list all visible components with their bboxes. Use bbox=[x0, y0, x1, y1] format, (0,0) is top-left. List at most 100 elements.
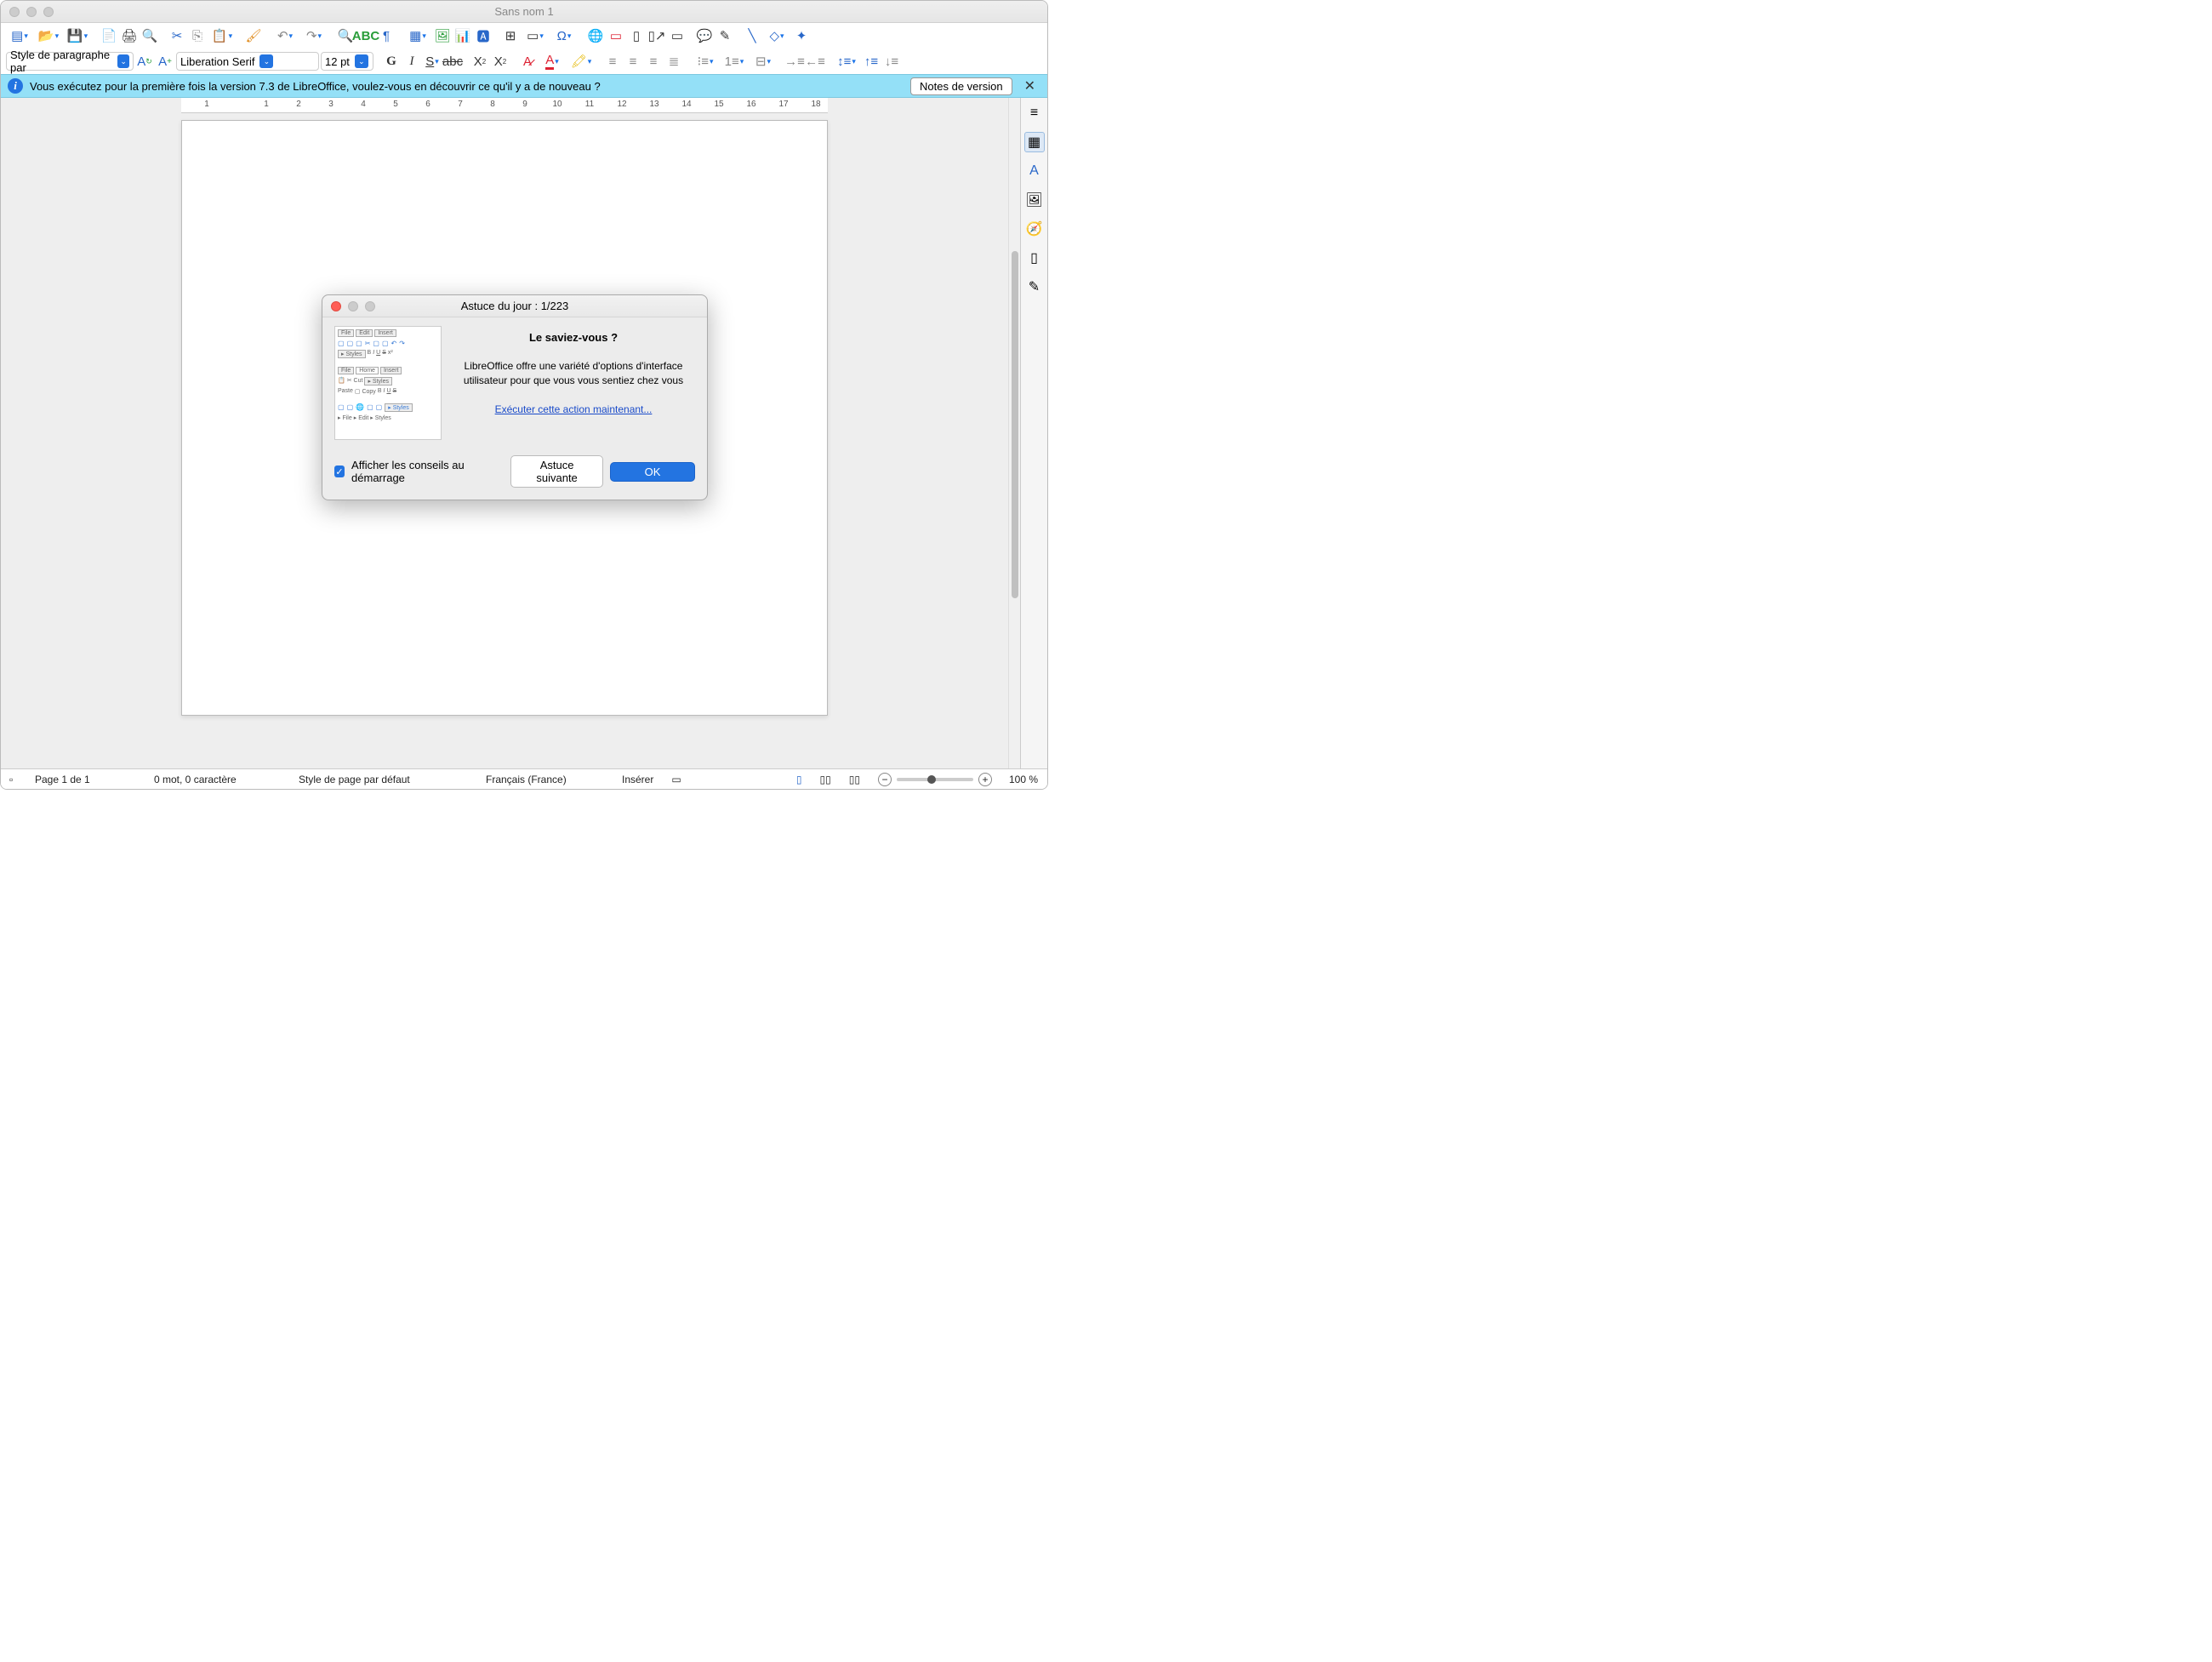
horizontal-ruler[interactable]: 1 1 2 3 4 5 6 7 8 9 10 11 12 13 14 15 16 bbox=[181, 98, 828, 113]
textbox-button[interactable]: 🅰 bbox=[474, 26, 493, 45]
align-left-button[interactable]: ≡ bbox=[603, 52, 622, 71]
shapes-button[interactable]: ◇▾ bbox=[763, 26, 790, 45]
table-button[interactable]: ▦▾ bbox=[404, 26, 431, 45]
ruler-tick: 12 bbox=[617, 100, 626, 109]
status-page[interactable]: Page 1 de 1 bbox=[26, 774, 145, 785]
new-doc-button[interactable]: ▤▾ bbox=[6, 26, 33, 45]
next-tip-button[interactable]: Astuce suivante bbox=[510, 455, 603, 488]
strikethrough-button[interactable]: abc bbox=[443, 52, 462, 71]
open-button[interactable]: 📂▾ bbox=[35, 26, 62, 45]
format-toolbar: Style de paragraphe par ⌄ A↻ A+ Liberati… bbox=[1, 49, 1047, 74]
save-button[interactable]: 💾▾ bbox=[64, 26, 91, 45]
outline-button[interactable]: ⊟▾ bbox=[750, 52, 777, 71]
font-name-combo[interactable]: Liberation Serif ⌄ bbox=[176, 52, 319, 71]
status-language[interactable]: Français (France) bbox=[477, 774, 613, 785]
font-size-combo[interactable]: 12 pt ⌄ bbox=[321, 52, 373, 71]
draw-functions-button[interactable]: ✦ bbox=[792, 26, 811, 45]
scroll-thumb[interactable] bbox=[1012, 251, 1018, 598]
ruler-tick: 7 bbox=[458, 100, 463, 109]
footnote-button[interactable]: ▭ bbox=[607, 26, 625, 45]
line-spacing-button[interactable]: ↕≡▾ bbox=[833, 52, 860, 71]
track-changes-button[interactable]: 💬 bbox=[695, 26, 714, 45]
spellcheck-button[interactable]: A͏B͏C bbox=[356, 26, 375, 45]
sidebar-inspect-icon[interactable]: ✎ bbox=[1024, 277, 1045, 297]
para-spacing-down-button[interactable]: ↓≡ bbox=[882, 52, 901, 71]
ruler-tick: 10 bbox=[552, 100, 562, 109]
edit-changes-button[interactable]: ✎ bbox=[715, 26, 734, 45]
zoom-in-button[interactable]: + bbox=[978, 773, 992, 786]
subscript-button[interactable]: X2 bbox=[491, 52, 510, 71]
close-infobar-button[interactable]: ✕ bbox=[1019, 77, 1040, 94]
highlight-button[interactable]: 🖍▾ bbox=[567, 52, 595, 71]
align-justify-button[interactable]: ≣ bbox=[664, 52, 683, 71]
line-tool-button[interactable]: ╲ bbox=[743, 26, 761, 45]
print-preview-button[interactable]: 🔍 bbox=[140, 26, 159, 45]
bullets-button[interactable]: ⁝≡▾ bbox=[692, 52, 719, 71]
ruler-tick: 8 bbox=[490, 100, 495, 109]
view-single-page-icon[interactable]: ▯ bbox=[788, 774, 812, 785]
xref-button[interactable]: ▯↗ bbox=[647, 26, 666, 45]
indent-more-button[interactable]: →≡ bbox=[785, 52, 804, 71]
page-break-button[interactable]: ⊞ bbox=[501, 26, 520, 45]
bold-button[interactable]: G bbox=[382, 52, 401, 71]
clear-format-button[interactable]: A̷ bbox=[518, 52, 537, 71]
field-button[interactable]: ▭▾ bbox=[522, 26, 549, 45]
formatting-marks-button[interactable]: ¶ bbox=[377, 26, 396, 45]
ruler-tick: 18 bbox=[811, 100, 820, 109]
font-color-button[interactable]: A▾ bbox=[539, 52, 566, 71]
underline-button[interactable]: S ▾ bbox=[423, 52, 442, 71]
numbering-button[interactable]: 1≡▾ bbox=[721, 52, 748, 71]
update-style-button[interactable]: A↻ bbox=[135, 52, 154, 71]
image-button[interactable]: 🖼 bbox=[433, 26, 452, 45]
bookmark-button[interactable]: ▯ bbox=[627, 26, 646, 45]
indent-less-button[interactable]: ←≡ bbox=[806, 52, 824, 71]
ruler-tick: 15 bbox=[714, 100, 723, 109]
comment-button[interactable]: ▭ bbox=[668, 26, 687, 45]
status-insert-mode[interactable]: Insérer bbox=[613, 774, 663, 785]
print-button[interactable]: 🖨 bbox=[120, 26, 139, 45]
undo-button[interactable]: ↶▾ bbox=[271, 26, 299, 45]
align-center-button[interactable]: ≡ bbox=[624, 52, 642, 71]
copy-button[interactable]: ⎘ bbox=[188, 26, 207, 45]
status-page-style[interactable]: Style de page par défaut bbox=[290, 774, 477, 785]
zoom-control[interactable]: − + bbox=[869, 773, 1001, 786]
zoom-slider-thumb[interactable] bbox=[927, 775, 936, 784]
italic-button[interactable]: I bbox=[402, 52, 421, 71]
chevron-down-icon: ⌄ bbox=[355, 54, 368, 68]
paragraph-style-value: Style de paragraphe par bbox=[10, 49, 112, 74]
view-book-icon[interactable]: ▯▯ bbox=[841, 774, 869, 785]
hyperlink-button[interactable]: 🌐 bbox=[586, 26, 605, 45]
redo-button[interactable]: ↷▾ bbox=[300, 26, 328, 45]
cut-button[interactable]: ✂ bbox=[168, 26, 186, 45]
sidebar-styles-icon[interactable]: A bbox=[1024, 161, 1045, 181]
zoom-out-button[interactable]: − bbox=[878, 773, 892, 786]
font-size-value: 12 pt bbox=[325, 55, 350, 68]
paste-button[interactable]: 📋▾ bbox=[208, 26, 236, 45]
ok-button[interactable]: OK bbox=[610, 462, 695, 482]
show-tips-checkbox[interactable]: ✓ bbox=[334, 465, 345, 477]
align-right-button[interactable]: ≡ bbox=[644, 52, 663, 71]
para-spacing-up-button[interactable]: ↑≡ bbox=[862, 52, 881, 71]
export-pdf-button[interactable]: 📄 bbox=[100, 26, 118, 45]
sidebar-menu-icon[interactable]: ≡ bbox=[1024, 103, 1045, 123]
sidebar-navigator-icon[interactable]: 🧭 bbox=[1024, 219, 1045, 239]
paragraph-style-combo[interactable]: Style de paragraphe par ⌄ bbox=[6, 52, 134, 71]
status-save-icon[interactable]: ▫ bbox=[1, 774, 26, 785]
vertical-scrollbar[interactable] bbox=[1008, 98, 1020, 768]
zoom-slider[interactable] bbox=[897, 778, 973, 781]
release-notes-button[interactable]: Notes de version bbox=[910, 77, 1012, 95]
view-multi-page-icon[interactable]: ▯▯ bbox=[812, 774, 841, 785]
zoom-value[interactable]: 100 % bbox=[1001, 774, 1047, 785]
status-selection-icon[interactable]: ▭ bbox=[663, 774, 690, 785]
symbol-button[interactable]: Ω▾ bbox=[550, 26, 578, 45]
sidebar-gallery-icon[interactable]: 🖼 bbox=[1024, 190, 1045, 210]
sidebar-properties-icon[interactable]: ▦ bbox=[1024, 132, 1045, 152]
clone-format-button[interactable]: 🖌 bbox=[244, 26, 263, 45]
new-style-button[interactable]: A+ bbox=[156, 52, 174, 71]
superscript-button[interactable]: X2 bbox=[470, 52, 489, 71]
sidebar-page-icon[interactable]: ▯ bbox=[1024, 248, 1045, 268]
status-words[interactable]: 0 mot, 0 caractère bbox=[145, 774, 290, 785]
chart-button[interactable]: 📊 bbox=[453, 26, 472, 45]
ruler-tick: 1 bbox=[204, 100, 209, 109]
dialog-action-link[interactable]: Exécuter cette action maintenant... bbox=[495, 403, 653, 415]
